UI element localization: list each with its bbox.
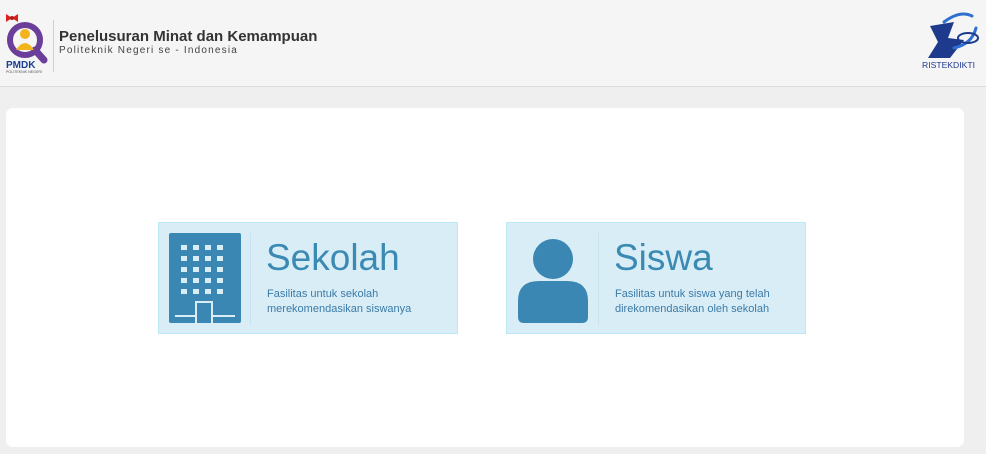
svg-text:POLITEKNIK NEGERI: POLITEKNIK NEGERI: [6, 70, 42, 74]
page-title: Penelusuran Minat dan Kemampuan: [59, 28, 318, 45]
card-separator: [250, 233, 251, 325]
sekolah-title: Sekolah: [266, 237, 400, 278]
pmdk-logo[interactable]: PMDK POLITEKNIK NEGERI: [4, 10, 52, 74]
ristekdikti-logo[interactable]: RISTEKDIKTI: [920, 8, 984, 74]
user-icon: [515, 231, 591, 325]
pmdk-logo-icon: PMDK POLITEKNIK NEGERI: [6, 14, 48, 74]
sekolah-description: Fasilitas untuk sekolah merekomendasikan…: [267, 288, 412, 315]
siswa-title: Siswa: [614, 237, 713, 278]
main-panel: Sekolah Fasilitas untuk sekolah merekome…: [6, 108, 964, 447]
siswa-card[interactable]: Siswa Fasilitas untuk siswa yang telah d…: [506, 222, 806, 334]
siswa-description: Fasilitas untuk siswa yang telah direkom…: [615, 288, 770, 315]
header-divider: [53, 20, 54, 72]
sekolah-card[interactable]: Sekolah Fasilitas untuk sekolah merekome…: [158, 222, 458, 334]
page-subtitle: Politeknik Negeri se - Indonesia: [59, 45, 239, 56]
ristekdikti-logo-icon: RISTEKDIKTI: [922, 12, 979, 70]
building-icon: [167, 231, 243, 325]
svg-text:RISTEKDIKTI: RISTEKDIKTI: [922, 60, 975, 70]
card-separator: [598, 233, 599, 325]
header: PMDK POLITEKNIK NEGERI Penelusuran Minat…: [0, 0, 986, 87]
